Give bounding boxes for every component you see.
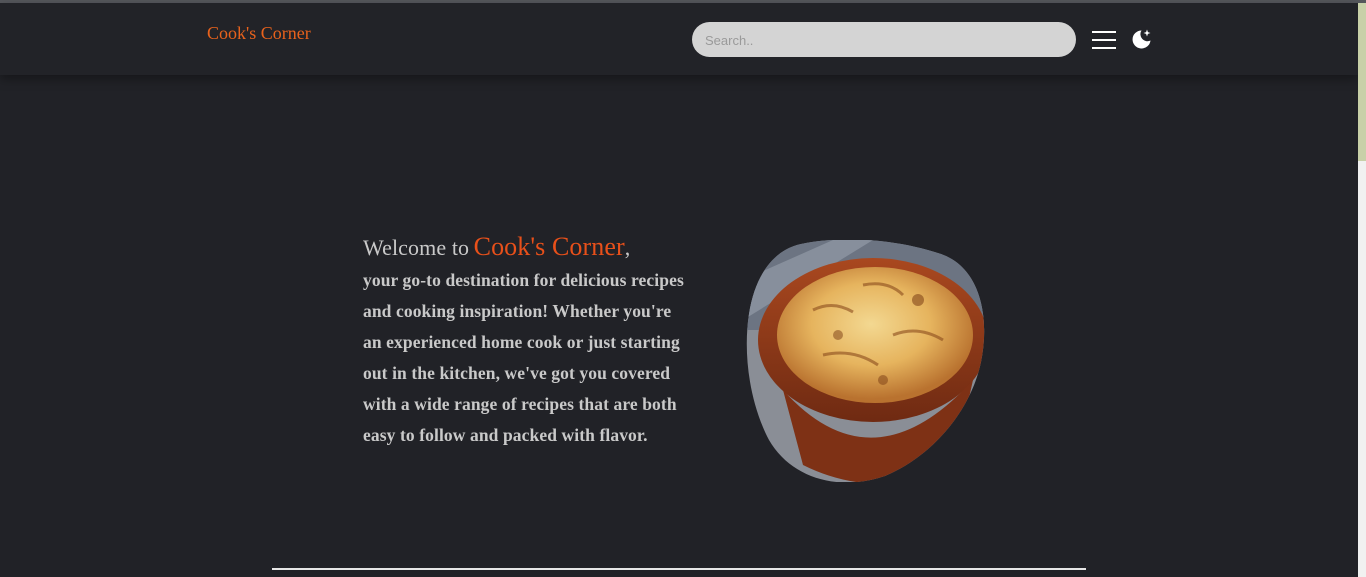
navbar: Cook's Corner <box>0 3 1358 75</box>
page-scrollbar[interactable] <box>1358 3 1366 577</box>
search-input[interactable] <box>692 22 1076 57</box>
menu-line <box>1092 47 1116 49</box>
scrollbar-thumb[interactable] <box>1358 3 1366 161</box>
welcome-text: Welcome to <box>363 235 470 260</box>
hero-comma: , <box>624 235 631 260</box>
potato-gratin-dish-image <box>746 240 985 482</box>
site-logo[interactable]: Cook's Corner <box>207 23 311 44</box>
menu-line <box>1092 31 1116 33</box>
hero-description: your go-to destination for delicious rec… <box>363 270 684 445</box>
hero-intro: Welcome to Cook's Corner, your go-to dest… <box>363 231 693 451</box>
section-divider <box>272 568 1086 570</box>
menu-line <box>1092 39 1116 41</box>
hero-brand-name: Cook's Corner <box>473 232 625 261</box>
hamburger-menu-icon[interactable] <box>1092 31 1116 51</box>
moon-star-icon[interactable] <box>1131 28 1153 50</box>
